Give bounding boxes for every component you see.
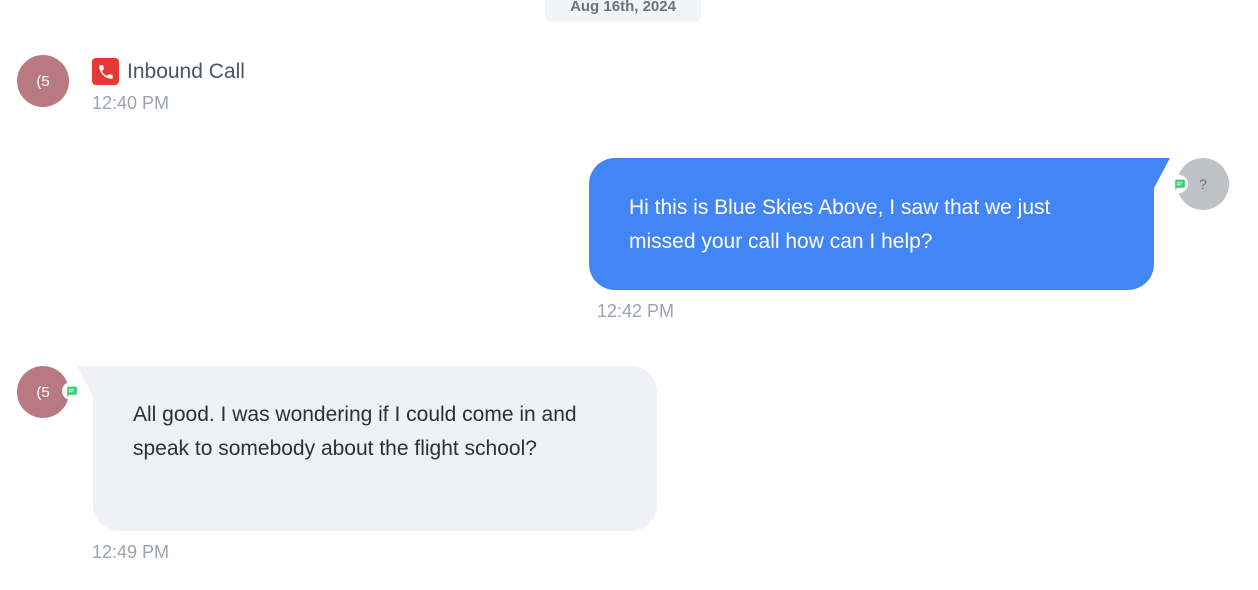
sms-icon [1170,175,1188,193]
outgoing-message-bubble: Hi this is Blue Skies Above, I saw that … [589,158,1154,290]
date-divider: Aug 16th, 2024 [545,0,701,22]
outgoing-message-time: 12:42 PM [597,301,675,321]
call-event-title: Inbound Call [127,60,245,83]
incoming-message-bubble: All good. I was wondering if I could com… [93,366,657,531]
incoming-message-time: 12:49 PM [92,542,170,562]
agent-avatar-initials: ? [1199,176,1207,192]
conversation-thread: Aug 16th, 2024 (5 Inbound Call 12:40 PM … [0,0,1258,590]
outgoing-bubble-tail [1150,158,1170,188]
date-divider-label: Aug 16th, 2024 [570,0,676,15]
incoming-message-text: All good. I was wondering if I could com… [133,403,577,460]
contact-avatar-initials: (5 [36,383,50,401]
incoming-bubble-tail [77,366,95,396]
outgoing-message-text: Hi this is Blue Skies Above, I saw that … [629,196,1051,253]
contact-avatar[interactable]: (5 [17,55,69,107]
contact-avatar-initials: (5 [36,72,50,90]
phone-icon [92,58,119,85]
call-event-time: 12:40 PM [92,93,170,113]
